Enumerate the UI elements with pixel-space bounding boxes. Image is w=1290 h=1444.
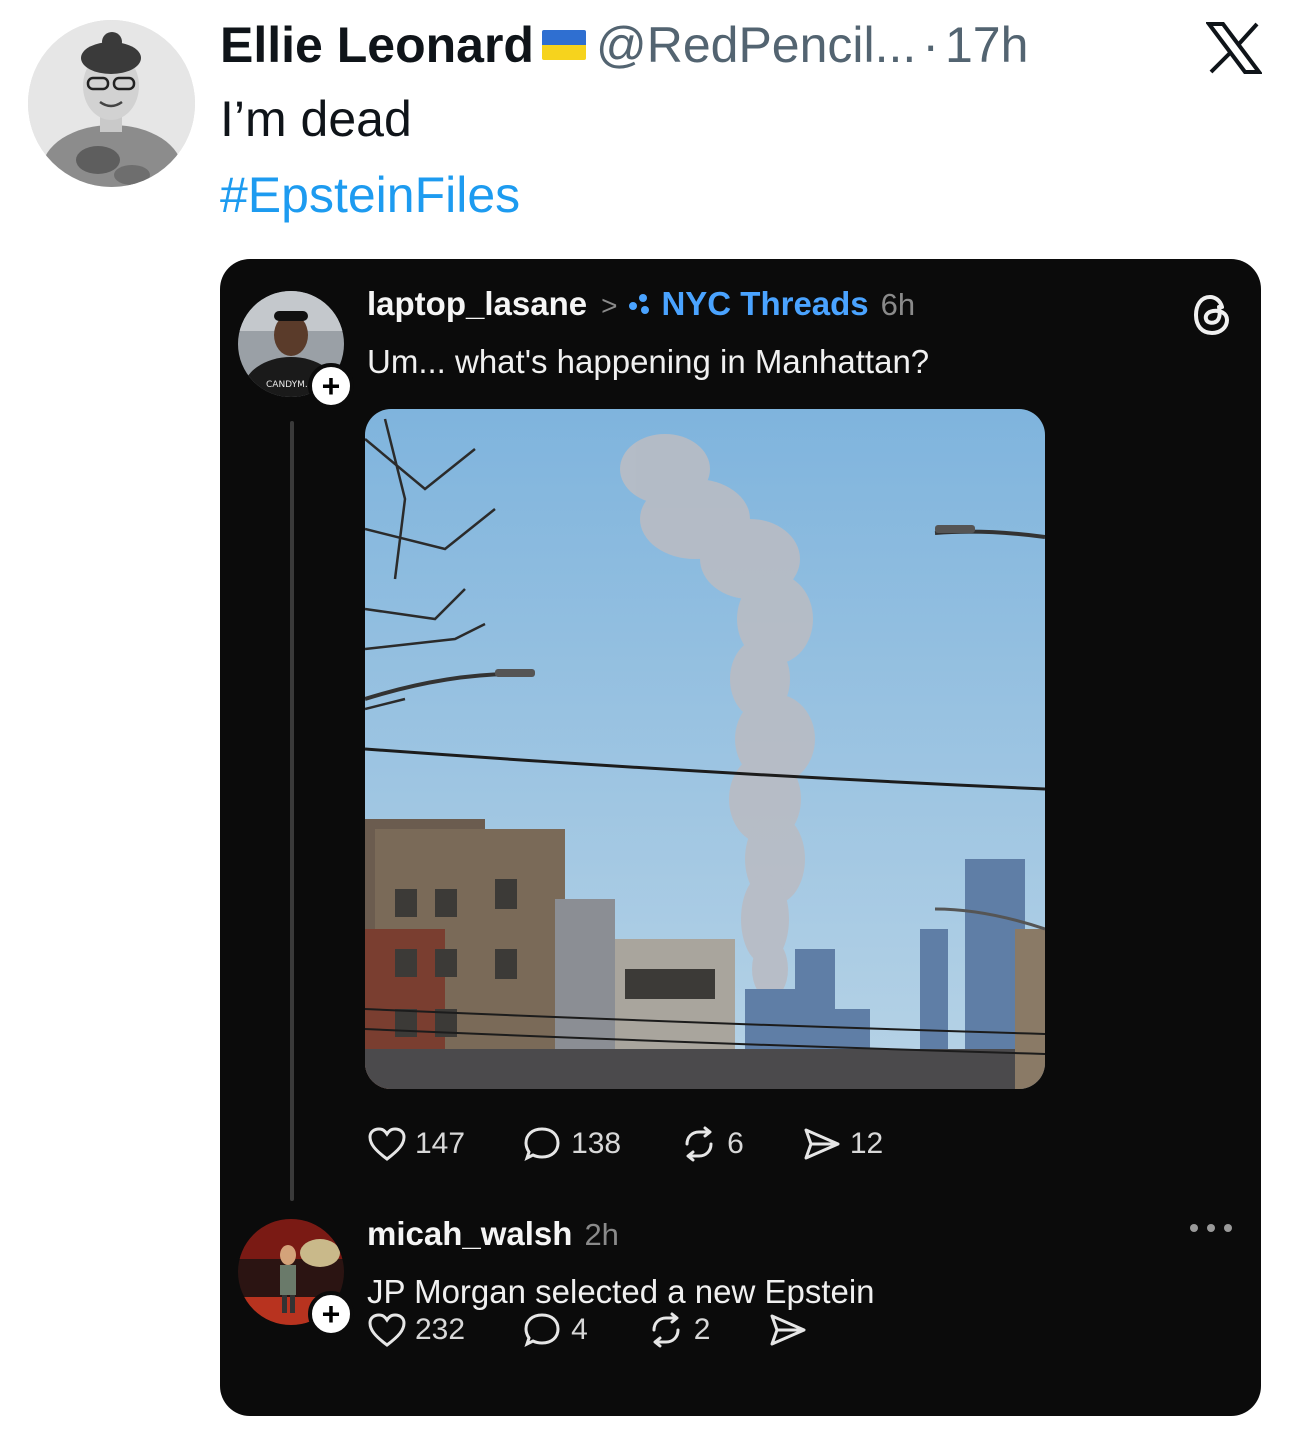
follow-plus-icon[interactable]: + <box>308 363 354 409</box>
tweet-time[interactable]: 17h <box>945 14 1028 76</box>
reply-header: micah_walsh 2h <box>367 1215 619 1253</box>
reply-count: 138 <box>571 1127 622 1160</box>
hashtag-link[interactable]: #EpsteinFiles <box>220 164 520 226</box>
post-actions: 147 138 6 12 <box>367 1125 941 1163</box>
threads-screenshot-card[interactable]: CANDYM. + laptop_lasane > NYC Threads 6h… <box>220 259 1261 1416</box>
repost-icon <box>652 1312 680 1348</box>
community-name: NYC Threads <box>661 285 869 322</box>
ukraine-flag-icon <box>541 30 586 60</box>
reply-time: 2h <box>584 1217 619 1252</box>
reply-comment-button[interactable]: 4 <box>523 1311 588 1349</box>
repost-button[interactable]: 6 <box>679 1126 744 1162</box>
reply-actions: 232 4 2 <box>367 1311 874 1349</box>
community-dots-icon <box>629 294 650 314</box>
community-link[interactable]: NYC Threads <box>627 285 869 323</box>
reply-repost-button[interactable]: 2 <box>646 1312 711 1348</box>
follow-plus-icon[interactable]: + <box>308 1291 354 1337</box>
threads-logo-icon[interactable] <box>1192 293 1232 337</box>
reply-share-button[interactable] <box>768 1312 816 1348</box>
reply-text: JP Morgan selected a new Epstein <box>367 1273 875 1310</box>
reply-comment-count: 4 <box>571 1313 588 1346</box>
repost-count: 6 <box>727 1127 744 1160</box>
heart-icon <box>368 1127 406 1161</box>
author-handle[interactable]: @RedPencil... <box>596 14 916 76</box>
avatar-shirt-text: CANDYM. <box>266 380 308 390</box>
chevron-right-icon: > <box>601 290 618 321</box>
reply-username[interactable]: micah_walsh <box>367 1215 572 1253</box>
comment-icon <box>524 1313 560 1347</box>
heart-icon <box>368 1313 406 1347</box>
more-options-icon[interactable] <box>1186 1221 1236 1235</box>
send-icon <box>770 1314 806 1346</box>
post-time: 6h <box>880 287 916 322</box>
repost-icon <box>685 1126 713 1162</box>
tweet-header: Ellie Leonard @RedPencil... · 17h <box>220 14 1028 76</box>
reply-button[interactable]: 138 <box>523 1125 621 1163</box>
author-name[interactable]: Ellie Leonard <box>220 14 534 76</box>
x-logo-icon[interactable] <box>1206 22 1262 74</box>
share-count: 12 <box>849 1127 884 1160</box>
share-button[interactable]: 12 <box>802 1126 883 1162</box>
like-button[interactable]: 147 <box>367 1126 465 1162</box>
tweet-text: I’m dead <box>220 91 412 147</box>
author-avatar[interactable] <box>28 20 195 187</box>
post-header: laptop_lasane > NYC Threads 6h <box>367 285 915 323</box>
separator-dot: · <box>922 17 939 73</box>
reply-like-count: 232 <box>415 1313 466 1346</box>
reply-repost-count: 2 <box>693 1313 711 1346</box>
post-photo[interactable] <box>365 409 1045 1089</box>
comment-icon <box>524 1127 560 1161</box>
post-text: Um... what's happening in Manhattan? <box>367 343 930 380</box>
reply-like-button[interactable]: 232 <box>367 1312 465 1348</box>
send-icon <box>804 1128 840 1160</box>
like-count: 147 <box>415 1127 466 1160</box>
post-username[interactable]: laptop_lasane <box>367 285 587 323</box>
thread-connector-line <box>290 421 294 1201</box>
